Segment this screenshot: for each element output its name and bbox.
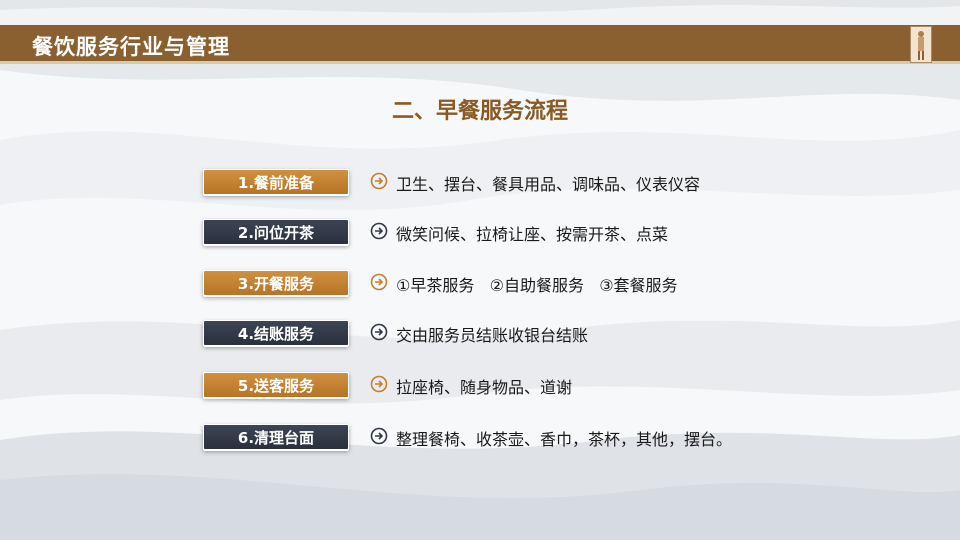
step-row-1: 1.餐前准备 卫生、摆台、餐具用品、调味品、仪表仪容 [203, 169, 823, 195]
step-row-4: 4.结账服务 交由服务员结账收银台结账 [203, 320, 823, 346]
step-label-2: 2.问位开茶 [203, 219, 349, 245]
circle-arrow-right-icon [370, 172, 388, 190]
circle-arrow-right-icon [370, 222, 388, 240]
circle-arrow-right-icon [370, 323, 388, 341]
step-desc-1: 卫生、摆台、餐具用品、调味品、仪表仪容 [396, 175, 701, 194]
step-label-3: 3.开餐服务 [203, 270, 349, 296]
section-title: 二、早餐服务流程 [391, 99, 568, 124]
step-desc-5: 拉座椅、随身物品、道谢 [396, 378, 573, 397]
step-desc-6: 整理餐椅、收茶壶、香巾，茶杯，其他，摆台。 [396, 430, 733, 449]
circle-arrow-right-icon [370, 375, 388, 393]
circle-arrow-right-icon [370, 273, 388, 291]
circle-arrow-right-icon [370, 427, 388, 445]
step-label-5: 5.送客服务 [203, 372, 349, 398]
step-row-6: 6.清理台面 整理餐椅、收茶壶、香巾，茶杯，其他，摆台。 [203, 424, 823, 450]
step-label-1: 1.餐前准备 [203, 169, 349, 195]
step-desc-4: 交由服务员结账收银台结账 [396, 326, 589, 345]
step-desc-2: 微笑问候、拉椅让座、按需开茶、点菜 [396, 225, 669, 244]
step-desc-3: ①早茶服务 ②自助餐服务 ③套餐服务 [396, 276, 678, 295]
step-row-2: 2.问位开茶 微笑问候、拉椅让座、按需开茶、点菜 [203, 219, 823, 245]
step-row-5: 5.送客服务 拉座椅、随身物品、道谢 [203, 372, 823, 398]
step-label-6: 6.清理台面 [203, 424, 349, 450]
step-row-3: 3.开餐服务 ①早茶服务 ②自助餐服务 ③套餐服务 [203, 270, 823, 296]
step-label-4: 4.结账服务 [203, 320, 349, 346]
header-title: 餐饮服务行业与管理 [32, 35, 230, 59]
header-bar: 餐饮服务行业与管理 [0, 25, 960, 64]
logo-image [910, 26, 932, 63]
